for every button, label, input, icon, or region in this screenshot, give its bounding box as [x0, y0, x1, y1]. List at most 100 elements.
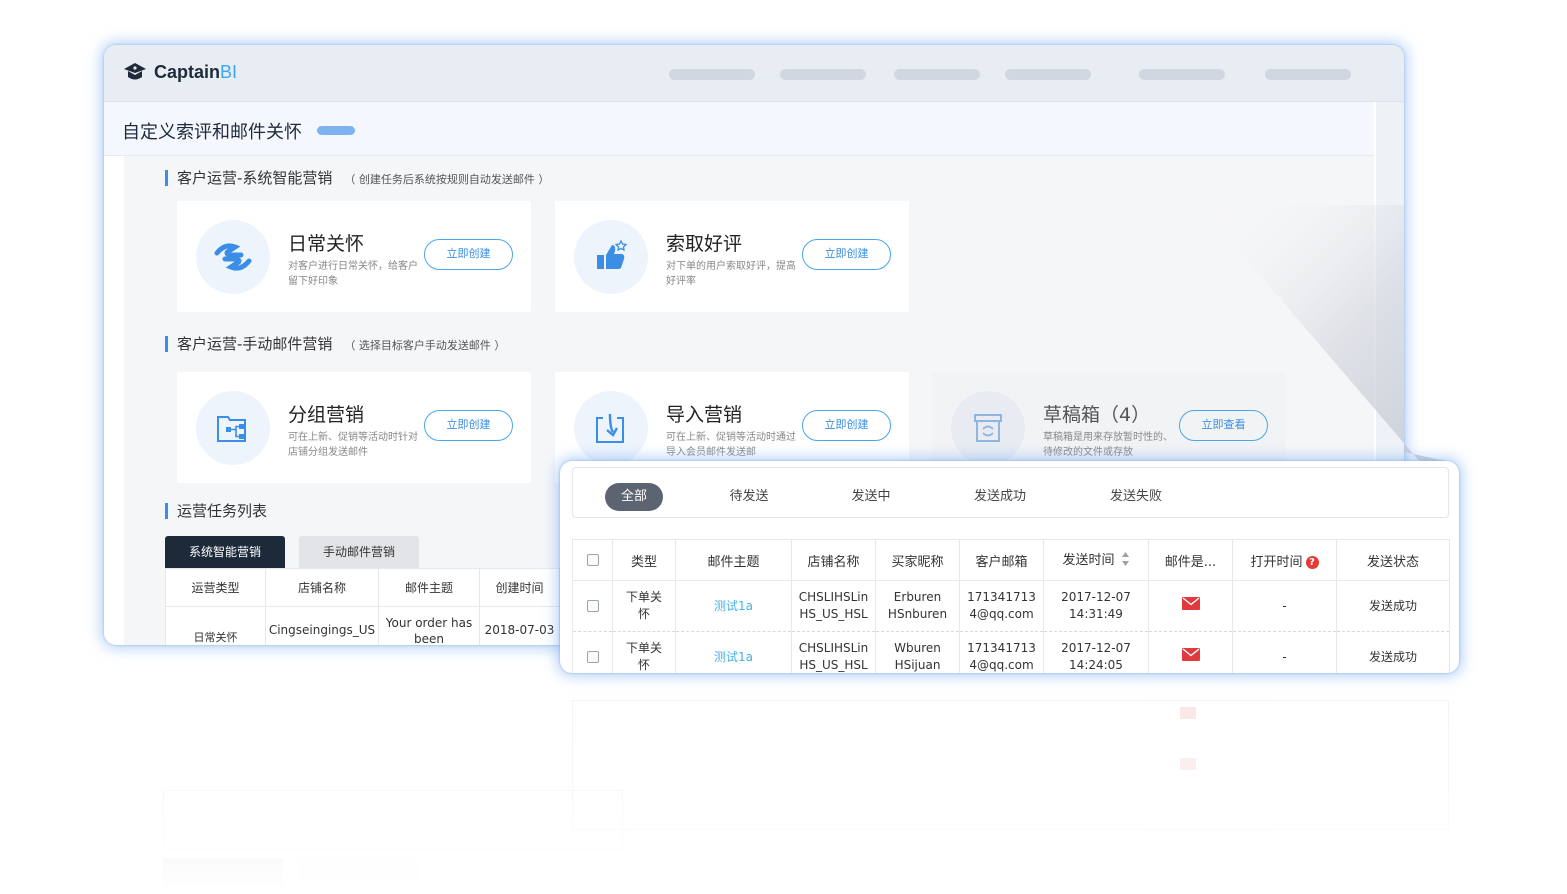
type-cell: 下单关怀 [612, 631, 676, 673]
select-all-cell [572, 539, 613, 581]
mail-cell [1148, 631, 1233, 673]
email-table: 类型 邮件主题 店铺名称 买家昵称 客户邮箱 发送时间 邮件是... 打开时间?… [572, 539, 1450, 673]
draft-box-icon [951, 391, 1025, 465]
card-desc: 草稿箱是用来存放暂时性的、待修改的文件或存放 [1043, 432, 1173, 458]
stage: CaptainBI 自定义索评和邮件关怀 客户运营-系统智能营销 （ 创建任务后… [0, 0, 1567, 894]
table-row[interactable]: 下单关怀 测试1a CHSLIHSLin HS_US_HSL Wburen HSij… [572, 631, 1450, 673]
col-header: 运营类型 [165, 568, 266, 607]
col-header: 店铺名称 [791, 539, 876, 581]
page-header: 自定义索评和邮件关怀 [104, 102, 1374, 156]
cell-line: 2017-12-07 [1061, 590, 1131, 604]
email-list-panel: 全部 待发送 发送中 发送成功 发送失败 类型 邮件主题 店铺名称 买家昵称 客… [560, 461, 1459, 673]
col-header: 发送状态 [1336, 539, 1450, 581]
nav-item-4[interactable] [1005, 69, 1091, 80]
table-row[interactable]: 日常关怀 Cingseingings_US Your order has bee… [165, 606, 560, 645]
nav-item-2[interactable] [780, 69, 866, 80]
cell-line: 2017-12-07 [1061, 641, 1131, 655]
cell-line: CHSLIHSLin [798, 590, 869, 604]
tab-sending[interactable]: 发送中 [841, 483, 901, 511]
col-header-open-time: 打开时间? [1232, 539, 1337, 581]
status-tabs: 全部 待发送 发送中 发送成功 发送失败 [572, 467, 1449, 518]
time-cell: 2017-12-07 14:31:49 [1043, 580, 1149, 632]
nav-item-1[interactable] [669, 69, 755, 80]
table-cell: Cingseingings_US [265, 606, 379, 645]
section-auto-header: 客户运营-系统智能营销 （ 创建任务后系统按规则自动发送邮件 ） [165, 167, 549, 188]
section-tasks-title: 运营任务列表 [177, 502, 268, 520]
status-cell: 发送成功 [1336, 631, 1450, 673]
row-checkbox[interactable] [586, 600, 599, 612]
nav-item-5[interactable] [1139, 69, 1225, 80]
section-tasks-header: 运营任务列表 [165, 500, 267, 521]
nav-item-3[interactable] [894, 69, 980, 80]
email-cell: 171341713 4@qq.com [959, 631, 1044, 673]
section-bar [165, 503, 168, 519]
card-desc: 对客户进行日常关怀，给客户留下好印象 [288, 261, 418, 287]
cell-line: 171341713 [967, 641, 1036, 655]
cell-line: HSijuan [894, 658, 941, 672]
tab-all[interactable]: 全部 [605, 483, 663, 511]
card-group-marketing: 分组营销 可在上新、促销等活动时针对店铺分组发送邮件 立即创建 [177, 372, 531, 483]
table-cell: 日常关怀 [165, 606, 266, 645]
tab-sent-success[interactable]: 发送成功 [963, 483, 1037, 511]
card-title: 草稿箱（4） [1043, 404, 1151, 426]
create-import-marketing-button[interactable]: 立即创建 [802, 410, 891, 441]
shop-cell: CHSLIHSLin HS_US_HSL [791, 580, 876, 632]
card-title: 日常关怀 [288, 233, 365, 255]
col-header: 店铺名称 [265, 568, 379, 607]
cell-line: HS_US_HSL [799, 658, 868, 672]
sort-icon[interactable] [1121, 551, 1130, 571]
card-daily-care: 日常关怀 对客户进行日常关怀，给客户留下好印象 立即创建 [177, 201, 531, 312]
cell-text: 日常关怀 [193, 631, 238, 644]
create-daily-care-button[interactable]: 立即创建 [424, 239, 513, 270]
section-manual-header: 客户运营-手动邮件营销 （ 选择目标客户手动发送邮件 ） [165, 333, 505, 354]
create-group-marketing-button[interactable]: 立即创建 [424, 410, 513, 441]
app-logo[interactable]: CaptainBI [122, 60, 237, 84]
page-title: 自定义索评和邮件关怀 [122, 122, 302, 143]
card-desc: 对下单的用户索取好评，提高好评率 [666, 261, 796, 287]
subject-cell: 测试1a [675, 631, 792, 673]
cell-line: 14:31:49 [1069, 607, 1123, 621]
thumbs-up-icon [574, 220, 648, 294]
task-table: 运营类型 店铺名称 邮件主题 创建时间 日常关怀 Cingseingings_U… [165, 568, 560, 645]
help-icon[interactable]: ? [1305, 555, 1319, 569]
tab-system-marketing[interactable]: 系统智能营销 [165, 536, 285, 568]
row-select-cell [572, 580, 613, 632]
subject-cell: 测试1a [675, 580, 792, 632]
cell-line: CHSLIHSLin [798, 641, 869, 655]
shop-cell: CHSLIHSLin HS_US_HSL [791, 631, 876, 673]
col-header: 邮件主题 [675, 539, 792, 581]
table-row[interactable]: 下单关怀 测试1a CHSLIHSLin HS_US_HSL Erburen HSn… [572, 580, 1450, 632]
mail-icon[interactable] [1181, 648, 1200, 664]
tab-manual-marketing[interactable]: 手动邮件营销 [299, 536, 419, 568]
mail-cell [1148, 580, 1233, 632]
view-drafts-button[interactable]: 立即查看 [1179, 410, 1268, 441]
select-all-checkbox[interactable] [586, 554, 599, 566]
create-review-request-button[interactable]: 立即创建 [802, 239, 891, 270]
section-bar [165, 170, 168, 186]
table-cell: Your order has been [378, 606, 480, 645]
cell-line: 14:24:05 [1069, 658, 1123, 672]
nav-item-6[interactable] [1265, 69, 1351, 80]
subject-link[interactable]: 测试1a [714, 650, 753, 664]
cell-line: HS_US_HSL [799, 607, 868, 621]
cell-line: 下单关 [625, 590, 662, 604]
tab-sent-failed[interactable]: 发送失败 [1099, 483, 1173, 511]
section-manual-title: 客户运营-手动邮件营销 [177, 335, 333, 353]
card-title: 导入营销 [666, 404, 743, 426]
row-checkbox[interactable] [586, 651, 599, 663]
col-header: 创建时间 [479, 568, 560, 607]
type-cell: 下单关怀 [612, 580, 676, 632]
import-icon [574, 391, 648, 465]
logo-text-accent: BI [220, 61, 238, 82]
row-select-cell [572, 631, 613, 673]
tab-pending[interactable]: 待发送 [719, 483, 779, 511]
col-header: 邮件是... [1148, 539, 1233, 581]
table-header-row: 类型 邮件主题 店铺名称 买家昵称 客户邮箱 发送时间 邮件是... 打开时间?… [572, 539, 1450, 581]
subject-link[interactable]: 测试1a [714, 599, 753, 613]
cell-text: Cingseingings_US [268, 623, 376, 637]
time-cell: 2017-12-07 14:24:05 [1043, 631, 1149, 673]
col-header-send-time[interactable]: 发送时间 [1043, 539, 1149, 581]
mail-icon[interactable] [1181, 597, 1200, 613]
open-time-cell: - [1232, 631, 1337, 673]
card-request-review: 索取好评 对下单的用户索取好评，提高好评率 立即创建 [555, 201, 909, 312]
